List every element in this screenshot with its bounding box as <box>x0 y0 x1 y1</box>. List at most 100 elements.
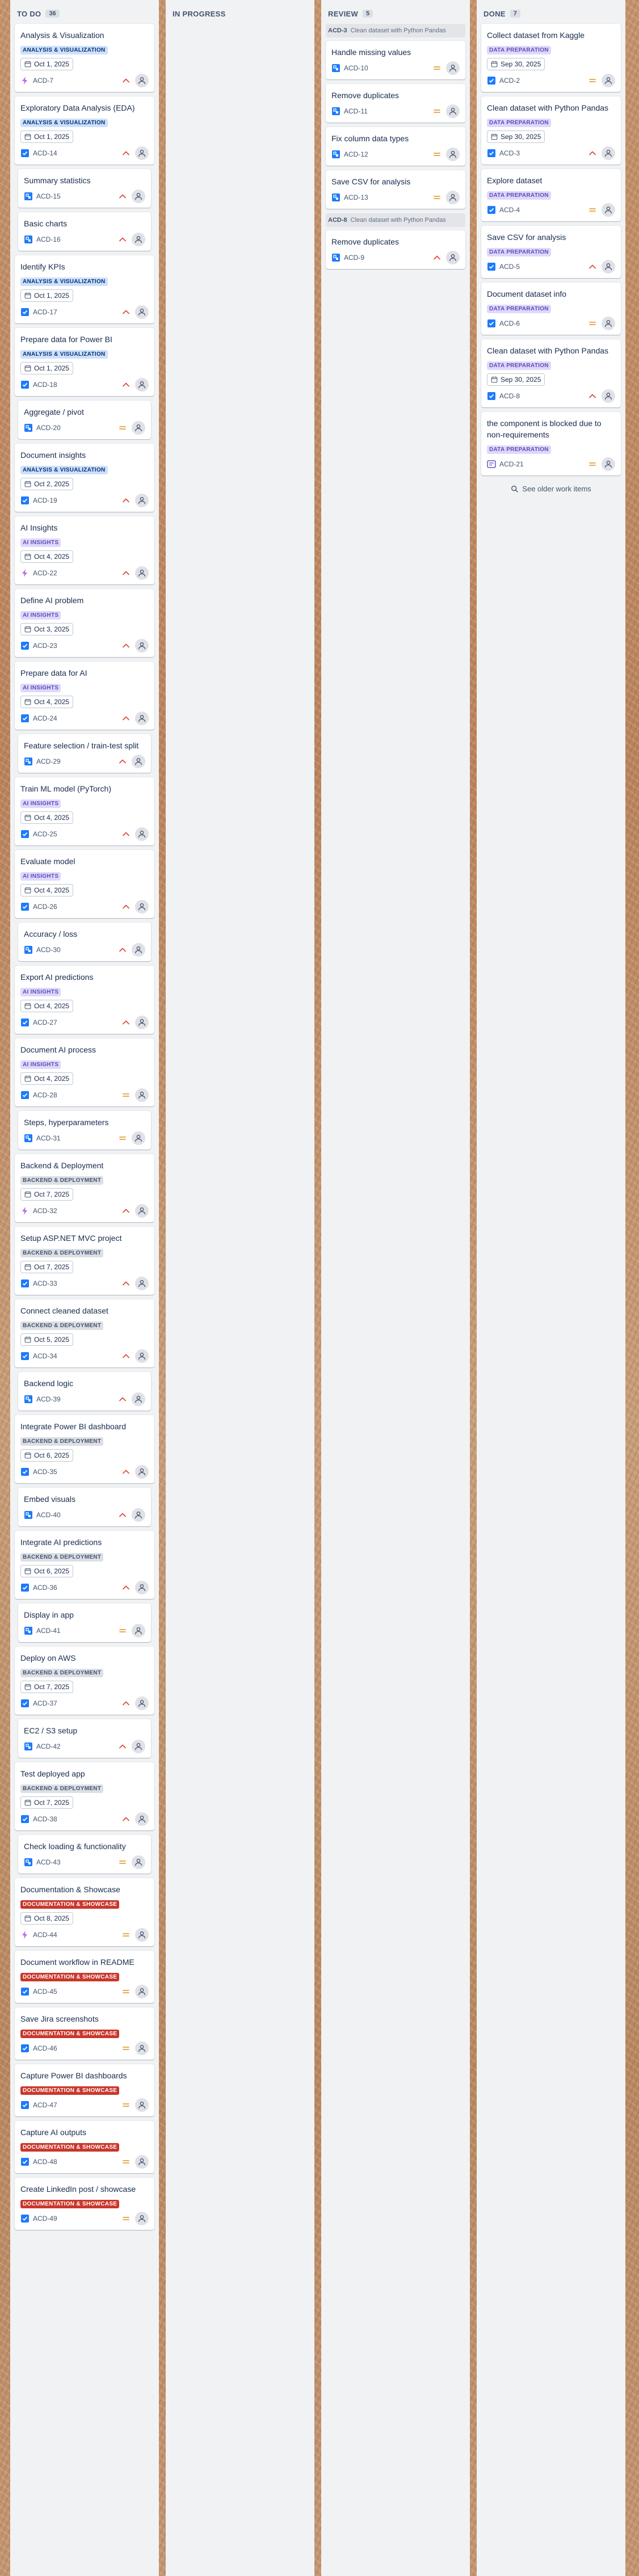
issue-card[interactable]: Clean dataset with Python Pandas DATA PRE… <box>481 96 621 165</box>
issue-card[interactable]: Basic charts ACD-16 <box>18 212 151 251</box>
assignee-avatar[interactable] <box>135 305 149 319</box>
assignee-avatar[interactable] <box>132 1392 145 1406</box>
assignee-avatar[interactable] <box>135 712 149 725</box>
issue-card[interactable]: Collect dataset from Kaggle DATA PREPARAT… <box>481 24 621 92</box>
issue-title[interactable]: Document insights <box>20 449 149 461</box>
assignee-avatar[interactable] <box>135 2212 149 2225</box>
issue-key[interactable]: ACD-24 <box>33 714 121 722</box>
issue-title[interactable]: Clean dataset with Python Pandas <box>487 345 615 356</box>
assignee-avatar[interactable] <box>602 203 615 217</box>
issue-title[interactable]: Remove duplicates <box>331 236 460 247</box>
assignee-avatar[interactable] <box>135 1204 149 1218</box>
issue-key[interactable]: ACD-10 <box>344 64 432 72</box>
assignee-avatar[interactable] <box>135 494 149 507</box>
issue-title[interactable]: Deploy on AWS <box>20 1652 149 1664</box>
assignee-avatar[interactable] <box>135 1581 149 1594</box>
issue-card[interactable]: Save Jira screenshots DOCUMENTATION & SHO… <box>15 2007 154 2060</box>
issue-card[interactable]: Test deployed app BACKEND & DEPLOYMENT Oct… <box>15 1762 154 1830</box>
parent-issue-header[interactable]: ACD-3 Clean dataset with Python Pandas <box>326 24 465 37</box>
issue-title[interactable]: Fix column data types <box>331 133 460 144</box>
issue-title[interactable]: Integrate AI predictions <box>20 1537 149 1548</box>
issue-card[interactable]: Display in app ACD-41 <box>18 1603 151 1642</box>
issue-key[interactable]: ACD-49 <box>33 2215 121 2223</box>
issue-key[interactable]: ACD-21 <box>499 460 588 468</box>
assignee-avatar[interactable] <box>132 1508 145 1522</box>
issue-card[interactable]: Integrate AI predictions BACKEND & DEPLOY… <box>15 1531 154 1599</box>
issue-card[interactable]: EC2 / S3 setup ACD-42 <box>18 1719 151 1758</box>
assignee-avatar[interactable] <box>135 1928 149 1942</box>
issue-title[interactable]: Test deployed app <box>20 1768 149 1779</box>
issue-card[interactable]: Aggregate / pivot ACD-20 <box>18 401 151 439</box>
issue-title[interactable]: Backend & Deployment <box>20 1160 149 1171</box>
assignee-avatar[interactable] <box>446 251 460 264</box>
issue-title[interactable]: Prepare data for Power BI <box>20 334 149 345</box>
issue-card[interactable]: Clean dataset with Python Pandas DATA PRE… <box>481 339 621 407</box>
issue-key[interactable]: ACD-36 <box>33 1584 121 1592</box>
issue-title[interactable]: Document AI process <box>20 1044 149 1055</box>
issue-key[interactable]: ACD-14 <box>33 149 121 157</box>
assignee-avatar[interactable] <box>135 900 149 914</box>
issue-title[interactable]: Connect cleaned dataset <box>20 1305 149 1316</box>
assignee-avatar[interactable] <box>135 2098 149 2112</box>
issue-card[interactable]: Document AI process AI INSIGHTS Oct 4, 202… <box>15 1038 154 1106</box>
assignee-avatar[interactable] <box>135 1088 149 1102</box>
assignee-avatar[interactable] <box>132 233 145 246</box>
issue-title[interactable]: Save CSV for analysis <box>487 231 615 243</box>
issue-title[interactable]: Analysis & Visualization <box>20 30 149 41</box>
assignee-avatar[interactable] <box>135 1697 149 1710</box>
issue-title[interactable]: Prepare data for AI <box>20 667 149 679</box>
issue-card[interactable]: Accuracy / loss ACD-30 <box>18 923 151 961</box>
assignee-avatar[interactable] <box>602 317 615 330</box>
issue-card[interactable]: Feature selection / train-test split ACD-… <box>18 734 151 773</box>
issue-title[interactable]: Basic charts <box>24 218 145 229</box>
issue-key[interactable]: ACD-28 <box>33 1091 121 1099</box>
issue-key[interactable]: ACD-33 <box>33 1279 121 1287</box>
issue-key[interactable]: ACD-2 <box>499 77 588 85</box>
issue-key[interactable]: ACD-22 <box>33 569 121 577</box>
issue-key[interactable]: ACD-29 <box>36 757 118 765</box>
issue-key[interactable]: ACD-45 <box>33 1988 121 1996</box>
assignee-avatar[interactable] <box>602 74 615 87</box>
issue-key[interactable]: ACD-11 <box>344 107 432 115</box>
issue-card[interactable]: Check loading & functionality ACD-43 <box>18 1835 151 1874</box>
assignee-avatar[interactable] <box>602 260 615 273</box>
assignee-avatar[interactable] <box>135 378 149 392</box>
issue-key[interactable]: ACD-34 <box>33 1352 121 1360</box>
issue-card[interactable]: Train ML model (PyTorch) AI INSIGHTS Oct 4… <box>15 777 154 845</box>
issue-key[interactable]: ACD-27 <box>33 1018 121 1026</box>
issue-key[interactable]: ACD-18 <box>33 381 121 389</box>
issue-key[interactable]: ACD-5 <box>499 263 588 271</box>
issue-key[interactable]: ACD-23 <box>33 642 121 650</box>
issue-card[interactable]: Backend logic ACD-39 <box>18 1372 151 1411</box>
assignee-avatar[interactable] <box>135 827 149 841</box>
issue-title[interactable]: AI Insights <box>20 522 149 533</box>
assignee-avatar[interactable] <box>446 104 460 118</box>
issue-title[interactable]: Setup ASP.NET MVC project <box>20 1232 149 1244</box>
issue-title[interactable]: Define AI problem <box>20 595 149 606</box>
issue-card[interactable]: Steps, hyperparameters ACD-31 <box>18 1111 151 1150</box>
issue-title[interactable]: Aggregate / pivot <box>24 406 145 418</box>
issue-card[interactable]: Documentation & Showcase DOCUMENTATION & … <box>15 1878 154 1946</box>
issue-key[interactable]: ACD-7 <box>33 77 121 85</box>
issue-title[interactable]: Document workflow in README <box>20 1956 149 1968</box>
issue-title[interactable]: Export AI predictions <box>20 971 149 983</box>
issue-card[interactable]: AI Insights AI INSIGHTS Oct 4, 2025 ACD-22 <box>15 516 154 584</box>
assignee-avatar[interactable] <box>132 1855 145 1869</box>
assignee-avatar[interactable] <box>135 639 149 653</box>
issue-title[interactable]: Integrate Power BI dashboard <box>20 1421 149 1432</box>
issue-key[interactable]: ACD-15 <box>36 192 118 200</box>
assignee-avatar[interactable] <box>602 146 615 160</box>
issue-key[interactable]: ACD-19 <box>33 496 121 504</box>
issue-key[interactable]: ACD-42 <box>36 1742 118 1750</box>
issue-title[interactable]: Backend logic <box>24 1378 145 1389</box>
issue-card[interactable]: Save CSV for analysis ACD-13 <box>326 170 465 209</box>
issue-key[interactable]: ACD-17 <box>33 308 121 316</box>
assignee-avatar[interactable] <box>132 943 145 957</box>
issue-key[interactable]: ACD-32 <box>33 1207 121 1215</box>
issue-title[interactable]: EC2 / S3 setup <box>24 1725 145 1736</box>
issue-key[interactable]: ACD-39 <box>36 1395 118 1403</box>
issue-card[interactable]: Analysis & Visualization ANALYSIS & VISUA… <box>15 24 154 92</box>
parent-issue-header[interactable]: ACD-8 Clean dataset with Python Pandas <box>326 213 465 227</box>
issue-title[interactable]: Create LinkedIn post / showcase <box>20 2183 149 2195</box>
issue-key[interactable]: ACD-31 <box>36 1134 118 1142</box>
